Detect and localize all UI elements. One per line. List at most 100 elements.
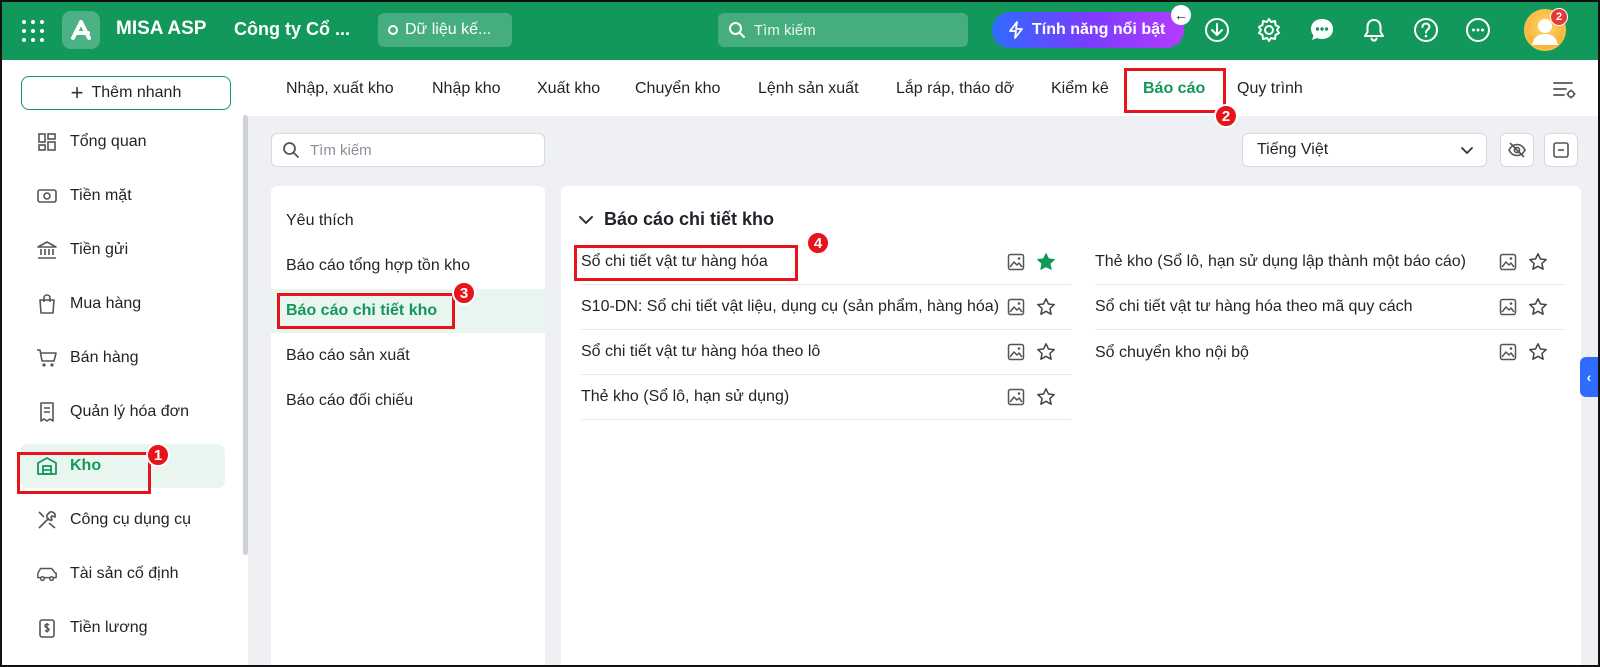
quick-add-button[interactable]: + Thêm nhanh (21, 76, 231, 110)
tab-reports[interactable]: Báo cáo (1143, 80, 1205, 98)
quick-add-label: Thêm nhanh (91, 84, 182, 101)
step-badge-4: 4 (806, 231, 830, 255)
misa-logo-icon[interactable] (62, 11, 100, 49)
category-production[interactable]: Báo cáo sản xuất (271, 334, 545, 378)
dashboard-icon (36, 131, 58, 153)
report-item[interactable]: Sổ chi tiết vật tư hàng hóa theo mã quy … (1095, 285, 1565, 330)
tab-settings-icon[interactable] (1552, 80, 1578, 105)
star-icon[interactable] (1528, 342, 1548, 362)
sidebar-item-label: Công cụ dụng cụ (70, 511, 191, 528)
sidebar-item-label: Kho (70, 457, 102, 474)
sidebar-item-cash[interactable]: Tiền mặt (20, 174, 225, 218)
step-badge-1: 1 (146, 443, 170, 467)
cart-icon (36, 347, 58, 369)
featured-features-button[interactable]: Tính năng nổi bật (992, 12, 1184, 48)
image-icon[interactable] (1006, 297, 1026, 317)
report-item[interactable]: Sổ chi tiết vật tư hàng hóa theo lô (581, 330, 1071, 375)
star-icon[interactable] (1036, 387, 1056, 407)
tools-icon (36, 509, 58, 531)
image-icon[interactable] (1498, 252, 1518, 272)
hide-eye-button[interactable] (1500, 133, 1534, 167)
section-title: Báo cáo chi tiết kho (604, 209, 775, 229)
sidebar-item-bank[interactable]: Tiền gửi (20, 228, 225, 272)
gear-icon[interactable] (1255, 16, 1283, 44)
lightning-icon (1009, 21, 1023, 39)
side-panel-toggle[interactable]: ‹ (1580, 357, 1598, 397)
category-inventory-summary[interactable]: Báo cáo tổng hợp tồn kho (271, 244, 545, 288)
image-icon[interactable] (1006, 387, 1026, 407)
sidebar-item-label: Tiền lương (70, 619, 148, 636)
more-icon[interactable] (1464, 16, 1492, 44)
tab-inventory-check[interactable]: Kiểm kê (1051, 80, 1109, 98)
report-item-label: Sổ chi tiết vật tư hàng hóa theo mã quy … (1095, 298, 1413, 315)
sidebar-item-tools[interactable]: Công cụ dụng cụ (20, 498, 225, 542)
language-select-value: Tiếng Việt (1257, 141, 1329, 158)
data-selector[interactable]: Dữ liệu kế... (378, 13, 512, 47)
step-badge-3: 3 (452, 281, 476, 305)
star-icon[interactable] (1036, 342, 1056, 362)
report-search-input[interactable]: Tìm kiếm (271, 133, 545, 167)
salary-icon (36, 617, 58, 639)
report-search-placeholder: Tìm kiếm (310, 141, 372, 159)
chevron-down-icon[interactable] (578, 212, 594, 233)
invoice-icon (36, 401, 58, 423)
report-item[interactable]: Sổ chuyển kho nội bộ (1095, 330, 1565, 375)
chevron-down-icon (1460, 143, 1474, 162)
shopping-bag-icon (36, 293, 58, 315)
bank-icon (36, 239, 58, 261)
sidebar-item-invoice[interactable]: Quản lý hóa đơn (20, 390, 225, 434)
top-bar: MISA ASP Công ty Cổ ... Dữ liệu kế... Tì… (0, 0, 1600, 60)
sidebar-item-sales[interactable]: Bán hàng (20, 336, 225, 380)
chat-icon[interactable] (1308, 16, 1336, 44)
star-icon[interactable] (1528, 297, 1548, 317)
image-icon[interactable] (1006, 252, 1026, 272)
collapse-all-button[interactable] (1544, 133, 1578, 167)
tab-export[interactable]: Xuất kho (537, 80, 600, 98)
star-icon[interactable] (1528, 252, 1548, 272)
warehouse-icon (36, 455, 58, 477)
image-icon[interactable] (1006, 342, 1026, 362)
sidebar-item-label: Tiền gửi (70, 241, 129, 258)
image-icon[interactable] (1498, 297, 1518, 317)
category-inventory-detail[interactable]: Báo cáo chi tiết kho (271, 289, 545, 333)
minus-square-icon (1553, 142, 1569, 158)
report-item[interactable]: Thẻ kho (Sổ lô, hạn sử dụng lập thành mộ… (1095, 240, 1565, 285)
sidebar-item-payroll[interactable]: Tiền lương (20, 606, 225, 650)
sidebar-item-fixed-assets[interactable]: Tài sản cố định (20, 552, 225, 596)
arrow-left-icon[interactable]: ← (1171, 5, 1191, 25)
tab-process[interactable]: Quy trình (1237, 80, 1303, 98)
step-badge-2: 2 (1214, 104, 1238, 128)
search-icon (283, 142, 299, 158)
company-selector[interactable]: Công ty Cổ ... (234, 19, 350, 40)
report-item[interactable]: Thẻ kho (Sổ lô, hạn sử dụng) (581, 375, 1071, 420)
tab-inout[interactable]: Nhập, xuất kho (286, 80, 394, 98)
chevron-left-icon: ‹ (1586, 369, 1592, 385)
category-reconciliation[interactable]: Báo cáo đối chiếu (271, 379, 545, 423)
tab-production-order[interactable]: Lệnh sản xuất (758, 80, 859, 98)
app-launcher-icon[interactable] (22, 20, 44, 42)
report-item[interactable]: S10-DN: Sổ chi tiết vật liệu, dụng cụ (s… (581, 285, 1071, 330)
star-icon[interactable] (1036, 297, 1056, 317)
language-select[interactable]: Tiếng Việt (1242, 133, 1487, 167)
eye-off-icon (1508, 142, 1526, 158)
sidebar-item-label: Tiền mặt (70, 187, 132, 204)
help-icon[interactable] (1412, 16, 1440, 44)
search-icon (729, 22, 745, 38)
sidebar-item-warehouse[interactable]: Kho (20, 444, 225, 488)
tab-assembly[interactable]: Lắp ráp, tháo dỡ (896, 80, 1014, 98)
report-item-label: Thẻ kho (Sổ lô, hạn sử dụng lập thành mộ… (1095, 253, 1466, 270)
star-filled-icon[interactable] (1036, 252, 1056, 272)
report-item-label: Sổ chuyển kho nội bộ (1095, 343, 1249, 361)
category-favorites[interactable]: Yêu thích (271, 199, 545, 243)
tab-import[interactable]: Nhập kho (432, 80, 501, 98)
download-icon[interactable] (1203, 16, 1231, 44)
image-icon[interactable] (1498, 342, 1518, 362)
bell-icon[interactable] (1360, 16, 1388, 44)
report-item-label: Sổ chi tiết vật tư hàng hóa (581, 253, 768, 270)
plus-icon: + (70, 80, 84, 105)
global-search-input[interactable]: Tìm kiếm (718, 13, 968, 47)
sidebar-item-overview[interactable]: Tổng quan (20, 120, 225, 164)
brand-name: MISA ASP (116, 18, 207, 39)
sidebar-item-purchase[interactable]: Mua hàng (20, 282, 225, 326)
tab-transfer[interactable]: Chuyển kho (635, 80, 720, 98)
